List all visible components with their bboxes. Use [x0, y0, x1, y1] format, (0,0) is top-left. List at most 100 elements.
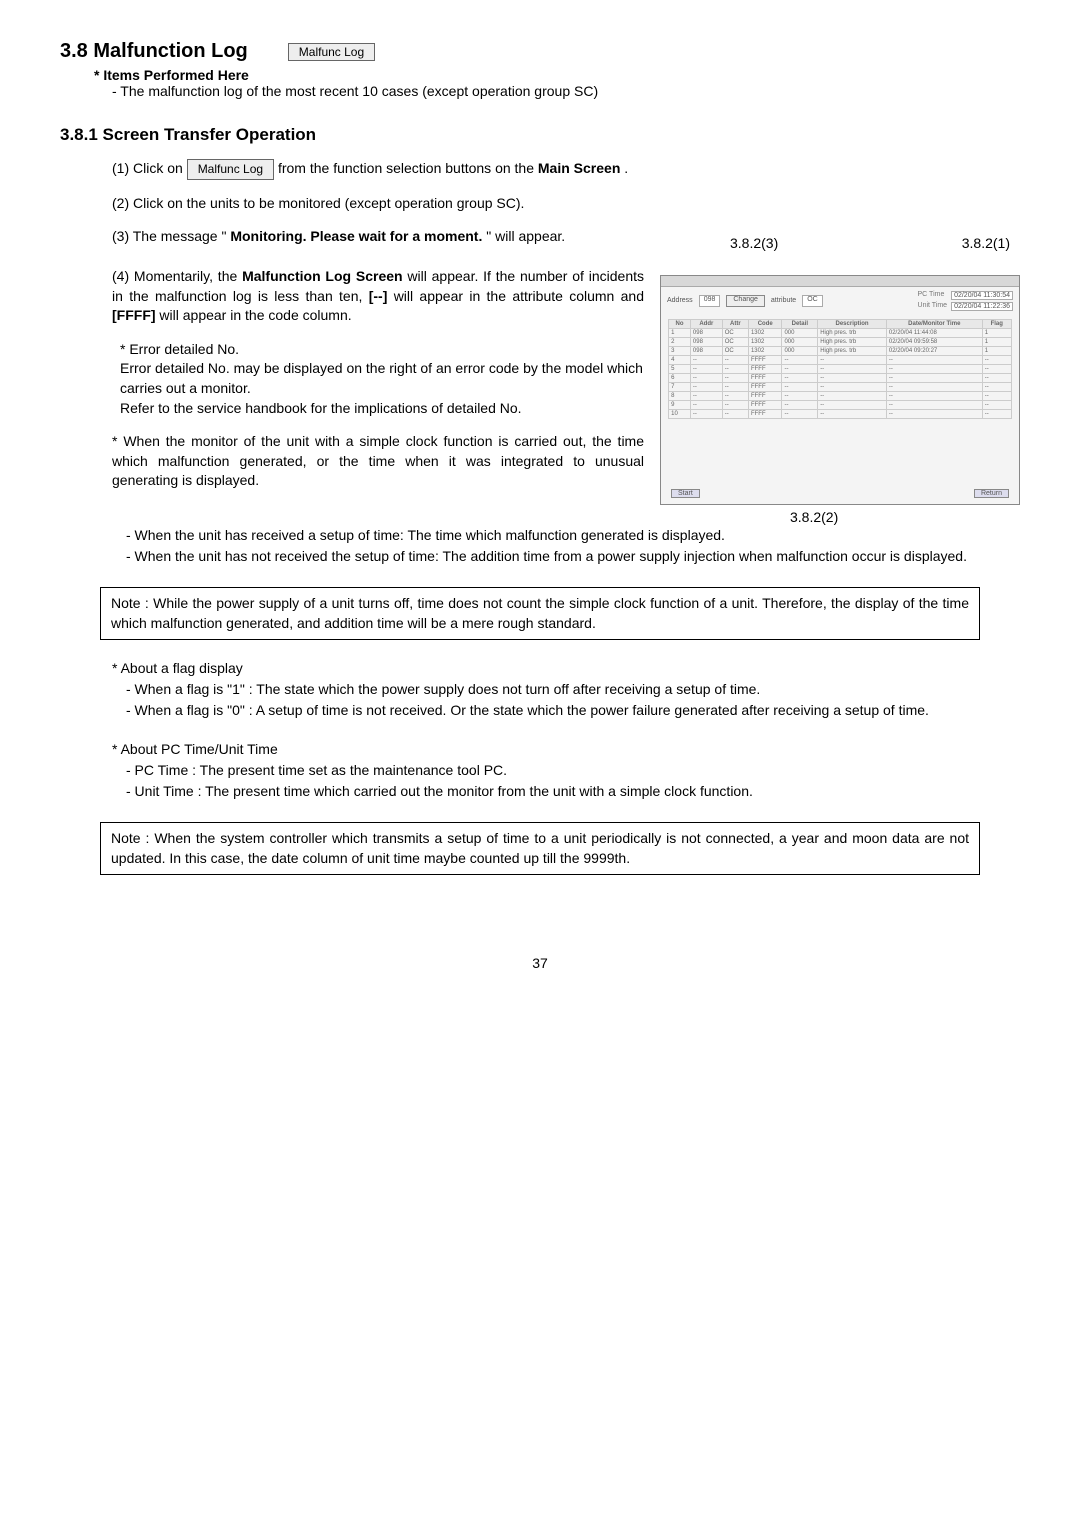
- section-heading: 3.8 Malfunction Log: [60, 40, 248, 63]
- step-4-bold: Malfunction Log Screen: [242, 268, 403, 284]
- table-row: 10----FFFF--------: [669, 409, 1012, 418]
- table-cell: 1302: [748, 346, 781, 355]
- table-cell: 098: [690, 328, 722, 337]
- table-cell: 8: [669, 391, 691, 400]
- table-cell: --: [690, 382, 722, 391]
- table-cell: --: [982, 364, 1011, 373]
- table-cell: 1: [982, 337, 1011, 346]
- table-cell: --: [886, 355, 982, 364]
- table-cell: --: [982, 409, 1011, 418]
- callout-3-label: 3.8.2(3): [730, 235, 778, 251]
- address-input[interactable]: 098: [699, 295, 721, 307]
- table-cell: 098: [690, 346, 722, 355]
- step-1-suffix-b: .: [624, 160, 628, 176]
- unit-time-label: Unit Time: [918, 302, 948, 311]
- unit-time-value: 02/20/04 11:22:36: [951, 302, 1013, 311]
- table-cell: High pres. trb: [818, 328, 887, 337]
- time-title: * About PC Time/Unit Time: [112, 739, 1020, 760]
- table-row: 5----FFFF--------: [669, 364, 1012, 373]
- table-cell: FFFF: [748, 355, 781, 364]
- pc-time-desc: - PC Time : The present time set as the …: [126, 760, 1020, 781]
- table-cell: --: [886, 409, 982, 418]
- step-1-suffix-a: from the function selection buttons on t…: [278, 160, 538, 176]
- malfunction-log-screenshot: Address 098 Change attribute OC PC Time …: [660, 275, 1020, 505]
- table-cell: 000: [782, 328, 818, 337]
- table-cell: --: [690, 373, 722, 382]
- note-box-1: Note : While the power supply of a unit …: [100, 587, 980, 640]
- table-cell: OC: [722, 346, 748, 355]
- table-cell: 4: [669, 355, 691, 364]
- table-cell: --: [886, 382, 982, 391]
- table-cell: --: [782, 355, 818, 364]
- flag-title: * About a flag display: [112, 658, 1020, 679]
- attribute-label: attribute: [771, 297, 796, 304]
- table-cell: --: [818, 382, 887, 391]
- table-cell: 3: [669, 346, 691, 355]
- table-header: Date/Monitor Time: [886, 319, 982, 328]
- malfunction-log-table: NoAddrAttrCodeDetailDescriptionDate/Moni…: [668, 319, 1012, 419]
- malfunc-log-button-inline[interactable]: Malfunc Log: [187, 159, 274, 180]
- table-cell: --: [818, 355, 887, 364]
- table-cell: --: [782, 373, 818, 382]
- table-cell: 10: [669, 409, 691, 418]
- table-header: Detail: [782, 319, 818, 328]
- clock-note: * When the monitor of the unit with a si…: [112, 432, 644, 491]
- step-3-bold: Monitoring. Please wait for a moment.: [230, 228, 482, 244]
- table-cell: --: [690, 355, 722, 364]
- table-row: 1098OC1302000High pres. trb02/20/04 11:4…: [669, 328, 1012, 337]
- table-row: 4----FFFF--------: [669, 355, 1012, 364]
- table-cell: 7: [669, 382, 691, 391]
- table-cell: --: [886, 373, 982, 382]
- table-cell: --: [818, 400, 887, 409]
- table-cell: 000: [782, 337, 818, 346]
- table-header: Addr: [690, 319, 722, 328]
- table-cell: --: [722, 400, 748, 409]
- attribute-value: OC: [802, 295, 823, 307]
- step-4-e: [FFFF]: [112, 307, 156, 323]
- table-cell: --: [886, 391, 982, 400]
- table-cell: 1302: [748, 328, 781, 337]
- table-cell: --: [982, 355, 1011, 364]
- items-performed-title: * Items Performed Here: [94, 67, 1020, 83]
- table-header: Attr: [722, 319, 748, 328]
- start-button[interactable]: Start: [671, 489, 700, 498]
- table-cell: OC: [722, 328, 748, 337]
- table-cell: --: [690, 391, 722, 400]
- table-cell: FFFF: [748, 400, 781, 409]
- table-cell: 1302: [748, 337, 781, 346]
- table-cell: --: [722, 364, 748, 373]
- main-screen-label: Main Screen: [538, 160, 620, 176]
- table-cell: --: [982, 373, 1011, 382]
- table-cell: 1: [982, 346, 1011, 355]
- change-button[interactable]: Change: [726, 295, 765, 307]
- flag-0: - When a flag is "0" : A setup of time i…: [126, 700, 1020, 721]
- table-cell: FFFF: [748, 391, 781, 400]
- malfunc-log-button[interactable]: Malfunc Log: [288, 43, 375, 61]
- table-cell: --: [818, 391, 887, 400]
- table-cell: --: [818, 364, 887, 373]
- table-cell: --: [690, 409, 722, 418]
- table-cell: FFFF: [748, 409, 781, 418]
- table-cell: 2: [669, 337, 691, 346]
- step-2: (2) Click on the units to be monitored (…: [112, 194, 1020, 214]
- table-cell: High pres. trb: [818, 346, 887, 355]
- table-cell: --: [782, 382, 818, 391]
- table-cell: --: [982, 382, 1011, 391]
- table-cell: FFFF: [748, 382, 781, 391]
- table-cell: --: [722, 355, 748, 364]
- table-row: 6----FFFF--------: [669, 373, 1012, 382]
- return-button[interactable]: Return: [974, 489, 1009, 498]
- table-cell: High pres. trb: [818, 337, 887, 346]
- table-cell: --: [690, 400, 722, 409]
- pc-time-value: 02/20/04 11:30:54: [951, 291, 1013, 300]
- table-cell: 02/20/04 11:44:08: [886, 328, 982, 337]
- error-detailed-title: * Error detailed No.: [120, 340, 644, 360]
- step-3-a: (3) The message ": [112, 228, 226, 244]
- table-cell: 000: [782, 346, 818, 355]
- note-box-2: Note : When the system controller which …: [100, 822, 980, 875]
- pc-time-label: PC Time: [918, 291, 948, 300]
- step-4: (4) Momentarily, the Malfunction Log Scr…: [112, 267, 644, 326]
- table-cell: --: [782, 409, 818, 418]
- table-row: 9----FFFF--------: [669, 400, 1012, 409]
- step-4-d: will appear in the attribute column and: [394, 288, 644, 304]
